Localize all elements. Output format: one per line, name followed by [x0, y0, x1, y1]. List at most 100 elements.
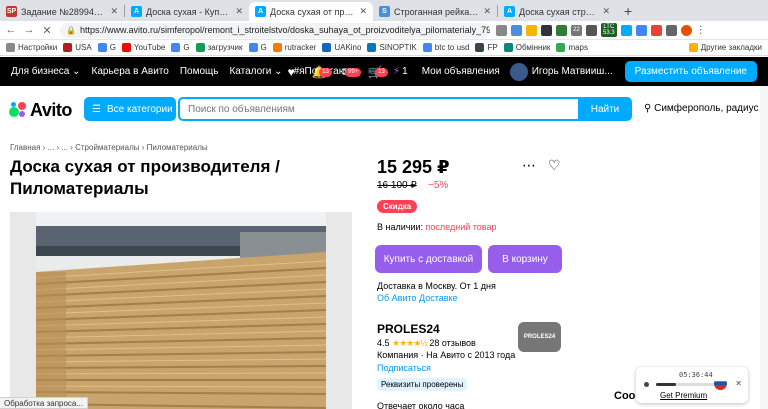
bookmark-label: btc to usd — [434, 43, 470, 52]
bookmark-item[interactable]: btc to usd — [422, 43, 470, 52]
my-ads-link[interactable]: Мои объявления — [422, 66, 500, 77]
location-pin-icon: ⚲ — [644, 103, 652, 114]
avatar[interactable] — [680, 24, 692, 36]
exchange-icon — [503, 43, 513, 52]
nav-help[interactable]: Помощь — [180, 66, 219, 77]
close-icon[interactable]: ✕ — [735, 379, 742, 388]
heart-icon[interactable]: ♡ — [548, 157, 561, 174]
find-button[interactable]: Найти — [578, 97, 632, 121]
bookmark-item[interactable]: rutracker — [272, 43, 316, 52]
cart-badge: 13 — [375, 67, 388, 77]
url-field[interactable]: 🔒 https://www.avito.ru/simferopol/remont… — [60, 22, 490, 38]
bookmark-item[interactable]: maps — [556, 43, 588, 52]
bookmark-label: FP — [487, 43, 498, 52]
more-horizontal-icon[interactable]: ⋯ — [522, 157, 536, 174]
bookmark-item[interactable]: G — [171, 43, 190, 52]
browser-tab[interactable]: S Строганная рейка, брусок, до ✕ — [373, 2, 497, 21]
back-icon[interactable]: ← — [4, 24, 18, 36]
get-premium-link[interactable]: Get Premium — [660, 391, 707, 400]
add-to-cart-button[interactable]: В корзину — [488, 245, 562, 273]
bookmark-item[interactable]: SINOPTIK — [367, 43, 417, 52]
close-tab-icon[interactable]: ✕ — [235, 6, 243, 17]
forward-icon[interactable]: → — [22, 24, 36, 36]
russia-flag-icon[interactable] — [714, 377, 727, 390]
seller-company-info: Компания · На Авито с 2013 года — [377, 350, 516, 360]
ltc-price-widget[interactable]: LTC 53.3 — [601, 23, 617, 37]
menu-icon[interactable]: ⋮ — [696, 25, 706, 36]
avatar[interactable] — [509, 62, 528, 81]
close-tab-icon[interactable]: ✕ — [110, 6, 118, 17]
discount-percent: −5% — [428, 180, 449, 191]
wallet[interactable]: ⚡ 1 — [393, 66, 408, 77]
bookmarks-bar: Настройки USA G YouTube G загрузчик G ru… — [0, 40, 768, 56]
extension-icon[interactable] — [556, 24, 567, 36]
breadcrumb[interactable]: Главная › ... › ... › Стройматериалы › П… — [10, 143, 208, 152]
bookmark-label: USA — [75, 43, 92, 52]
bookmark-item[interactable]: G — [97, 43, 116, 52]
extension-icon[interactable] — [635, 24, 647, 36]
star-rating-icon: ★★★★½ — [392, 338, 428, 348]
delivery-link[interactable]: Об Авито Доставке — [377, 292, 496, 304]
lumber-photo — [10, 212, 352, 409]
all-categories-button[interactable]: ☰ Все категории — [84, 97, 176, 121]
check-icon[interactable] — [620, 24, 632, 36]
lock-icon: 🔒 — [66, 25, 76, 35]
cart-icon[interactable]: 🛒13 — [367, 64, 388, 80]
bookmark-item[interactable]: Обмінник — [503, 43, 550, 52]
browser-tab[interactable]: SP Задание №2899421 - просмо ✕ — [0, 2, 124, 21]
vpn-widget: 05:36:44 ✕ Get Premium — [636, 367, 748, 403]
bookmark-item[interactable]: UAKino — [322, 43, 361, 52]
bookmark-item[interactable]: FP — [475, 43, 498, 52]
film-icon — [322, 43, 332, 52]
browser-tab-active[interactable]: A Доска сухая от производителя ✕ — [249, 2, 373, 21]
subscribe-link[interactable]: Подписаться — [377, 363, 431, 373]
location-selector[interactable]: ⚲ Симферополь, радиус — [644, 103, 759, 114]
bookmark-item[interactable]: загрузчик — [195, 43, 243, 52]
extensions-area: 22 LTC 53.3 ⋮ — [496, 23, 706, 37]
nav-business[interactable]: Для бизнеса ⌄ — [11, 66, 81, 77]
page-scrollbar[interactable] — [760, 86, 768, 409]
puzzle-icon[interactable] — [665, 24, 677, 36]
seller-name[interactable]: PROLES24 — [377, 322, 440, 336]
seller-rating[interactable]: 4.5 ★★★★½ 28 отзывов — [377, 338, 476, 349]
new-tab-button[interactable]: + — [616, 3, 640, 19]
messages-icon[interactable]: ✉99+ — [339, 64, 362, 80]
bookmark-item[interactable]: USA — [63, 43, 92, 52]
other-bookmarks[interactable]: Другие закладки — [688, 43, 762, 52]
youtube-icon — [121, 43, 131, 52]
reviews-link[interactable]: 28 отзывов — [429, 338, 476, 348]
search-input[interactable]: Поиск по объявлениям — [178, 97, 580, 121]
notifications-badge: 13 — [319, 67, 332, 77]
buy-with-delivery-button[interactable]: Купить с доставкой — [375, 245, 482, 273]
bookmark-item[interactable]: G — [248, 43, 267, 52]
bookmark-item[interactable]: Настройки — [6, 43, 57, 52]
site-favicon-icon: SP — [6, 6, 17, 17]
favorites-heart-icon[interactable]: ♥ — [283, 64, 299, 80]
nav-career[interactable]: Карьера в Авито — [92, 66, 169, 77]
reload-icon[interactable]: ✕ — [40, 24, 54, 37]
star-icon[interactable] — [526, 24, 537, 36]
lightning-icon: ⚡ — [393, 66, 401, 77]
browser-tab[interactable]: A Доска сухая - Купить товары ✕ — [125, 2, 249, 21]
avito-logo[interactable]: Avito — [9, 100, 72, 121]
post-ad-button[interactable]: Разместить объявление — [624, 61, 757, 82]
download-icon — [195, 43, 205, 52]
tab-title: Доска сухая - Купить товары — [146, 6, 232, 17]
extension-icon[interactable] — [586, 24, 597, 36]
user-name[interactable]: Игорь Матвииш... — [532, 66, 613, 77]
extension-icon[interactable] — [541, 24, 552, 36]
extension-icon[interactable] — [650, 24, 662, 36]
product-photo[interactable] — [10, 212, 352, 409]
browser-tab[interactable]: A Доска сухая строганная от пр ✕ — [498, 2, 616, 21]
seller-logo[interactable]: PROLES24 — [518, 322, 561, 352]
extension-badge-icon[interactable]: 22 — [571, 24, 582, 36]
notifications-bell-icon[interactable]: 🔔13 — [311, 64, 332, 80]
close-tab-icon[interactable]: ✕ — [359, 6, 367, 17]
close-tab-icon[interactable]: ✕ — [602, 6, 610, 17]
share-icon[interactable] — [496, 24, 507, 36]
google-icon — [422, 43, 432, 52]
bookmark-label: UAKino — [334, 43, 362, 52]
close-tab-icon[interactable]: ✕ — [483, 6, 491, 17]
extension-icon[interactable] — [511, 24, 522, 36]
bookmark-item[interactable]: YouTube — [121, 43, 165, 52]
